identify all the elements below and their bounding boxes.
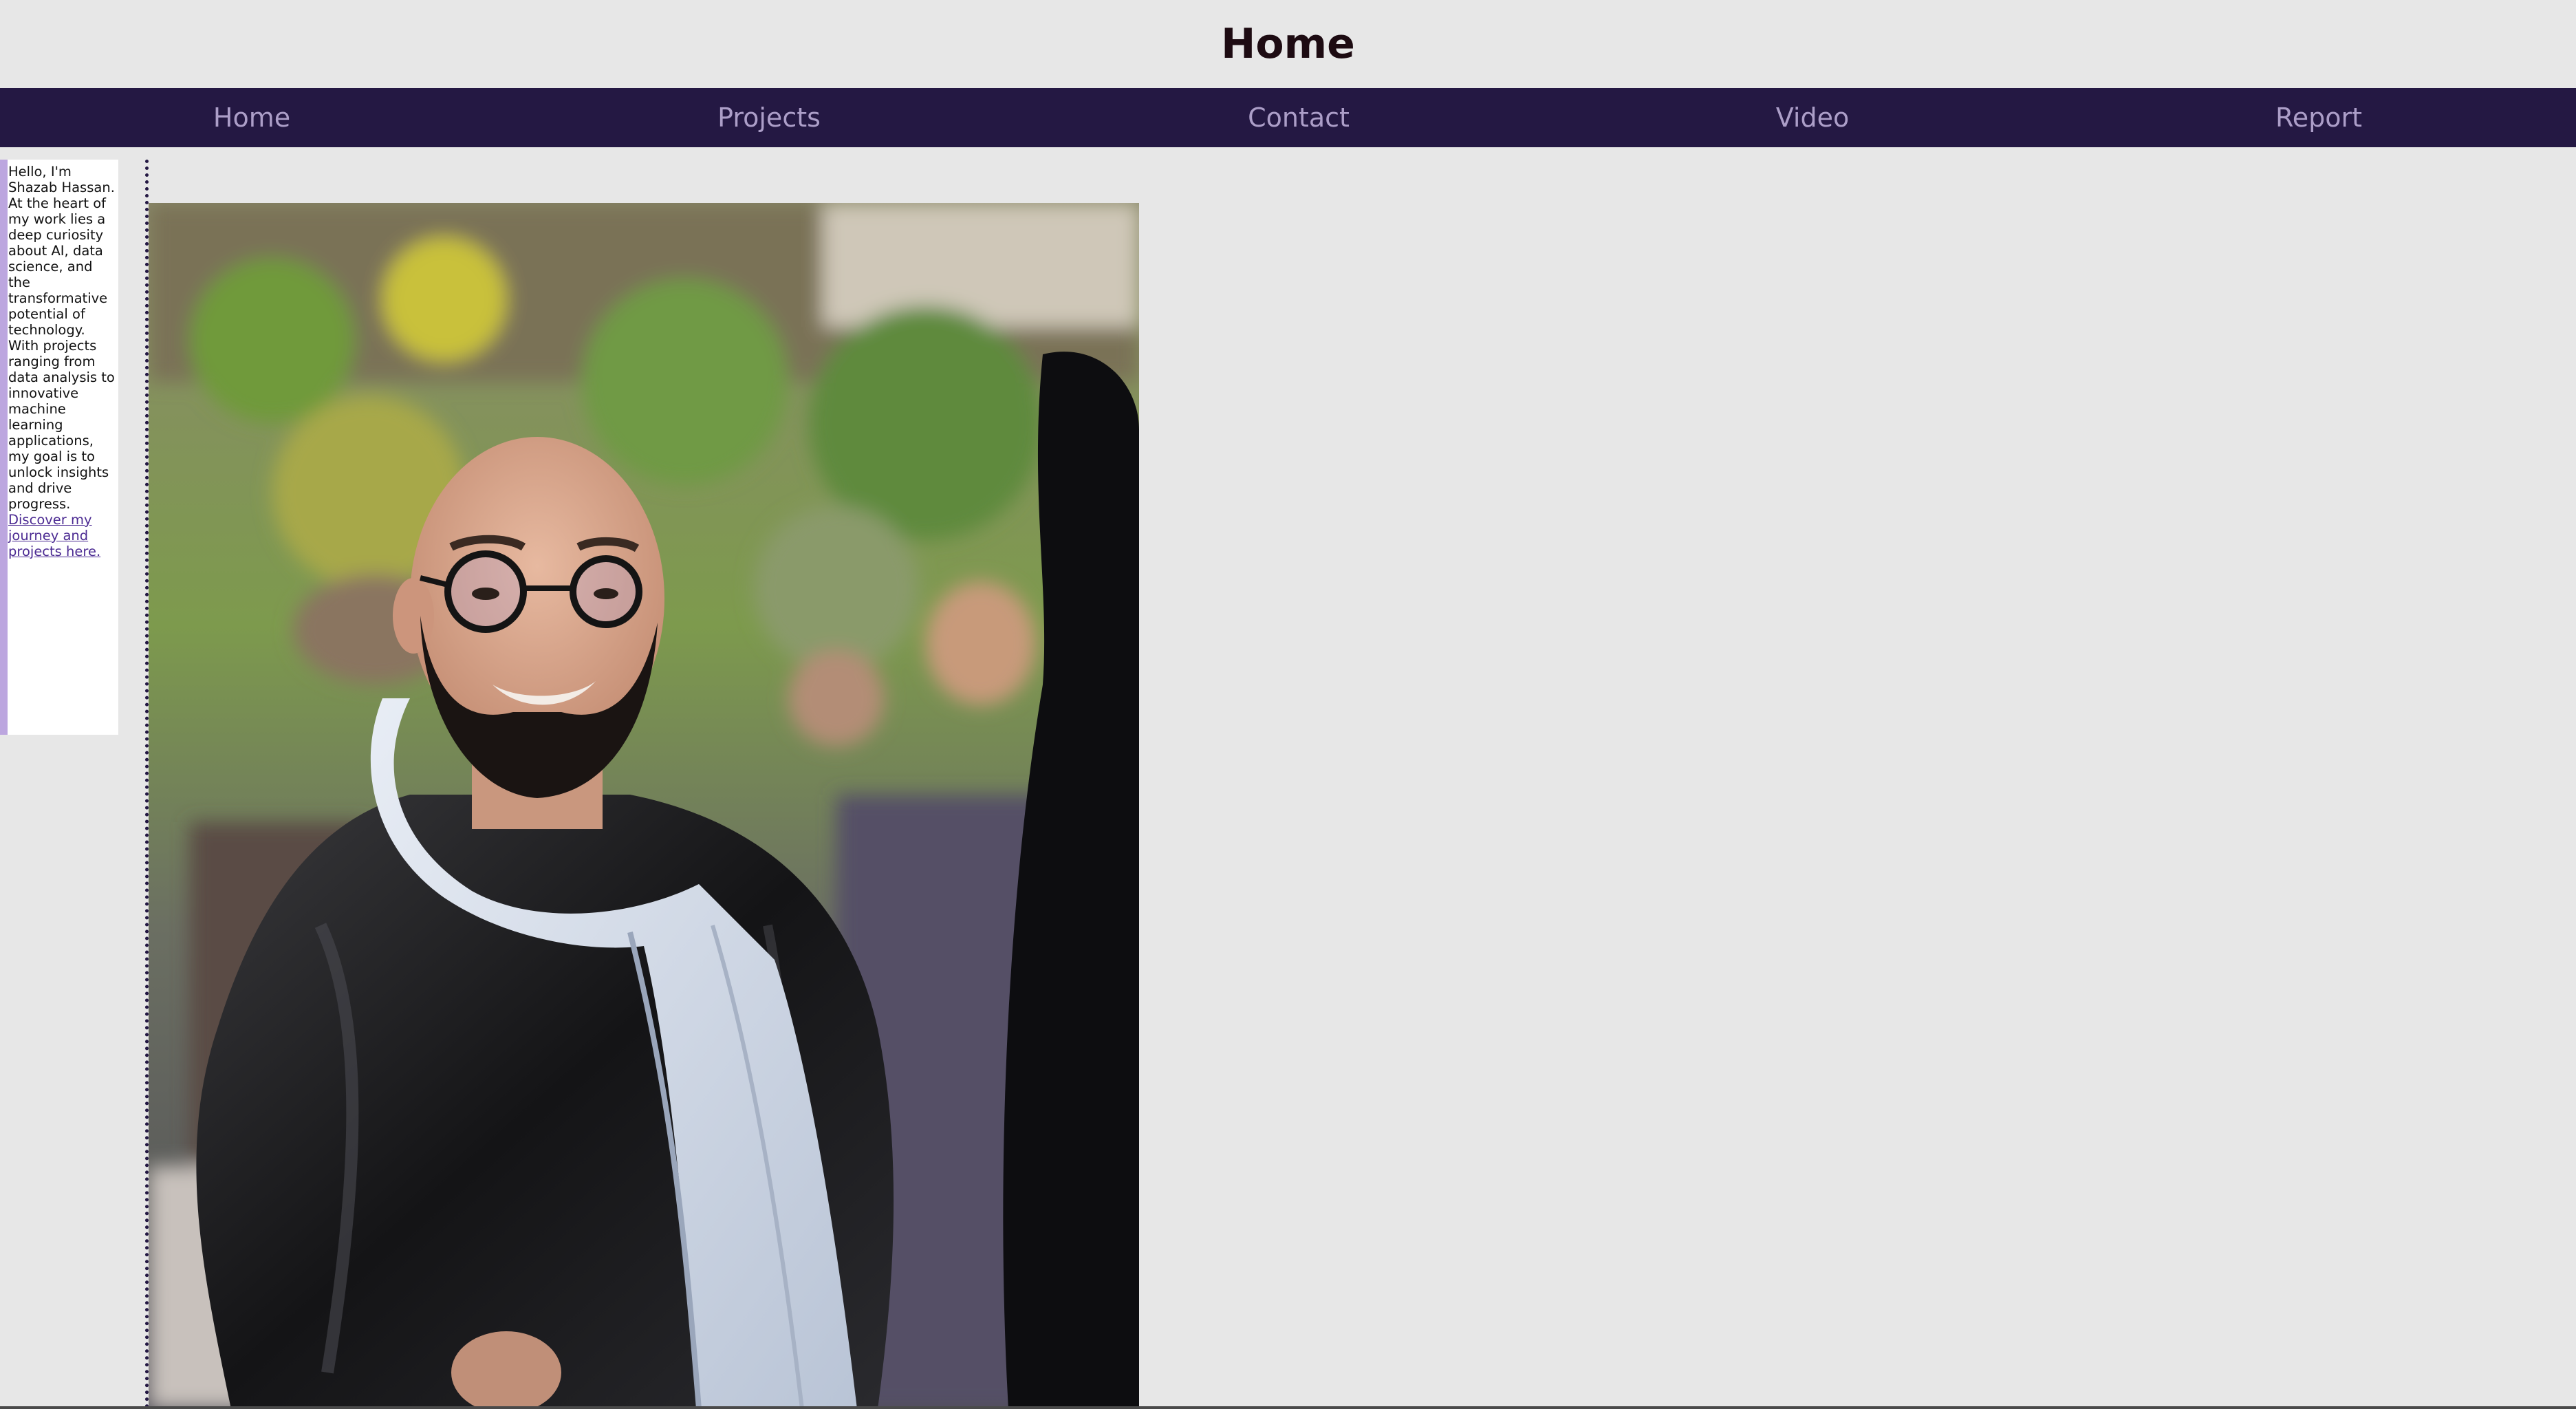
nav-link-projects[interactable]: Projects <box>717 88 821 147</box>
nav-link-video[interactable]: Video <box>1776 88 1849 147</box>
nav-link-report[interactable]: Report <box>2275 88 2362 147</box>
intro-body: At the heart of my work lies a deep curi… <box>8 195 115 512</box>
nav-link-home[interactable]: Home <box>213 88 290 147</box>
page: Home Home Projects Contact Video Report … <box>0 0 2576 1409</box>
intro-sidebar: Hello, I'm Shazab Hassan. At the heart o… <box>0 160 118 735</box>
main-content: Hello, I'm Shazab Hassan. At the heart o… <box>0 147 2576 1409</box>
discover-link[interactable]: Discover my journey and projects here. <box>8 512 100 559</box>
site-header: Home <box>0 0 2576 88</box>
main-navbar: Home Projects Contact Video Report <box>0 88 2576 147</box>
page-title: Home <box>1221 20 1355 68</box>
bottom-edge <box>0 1406 2576 1409</box>
intro-greeting: Hello, I'm Shazab Hassan. <box>8 164 115 195</box>
portrait-photo <box>149 203 1139 1409</box>
nav-link-contact[interactable]: Contact <box>1248 88 1350 147</box>
